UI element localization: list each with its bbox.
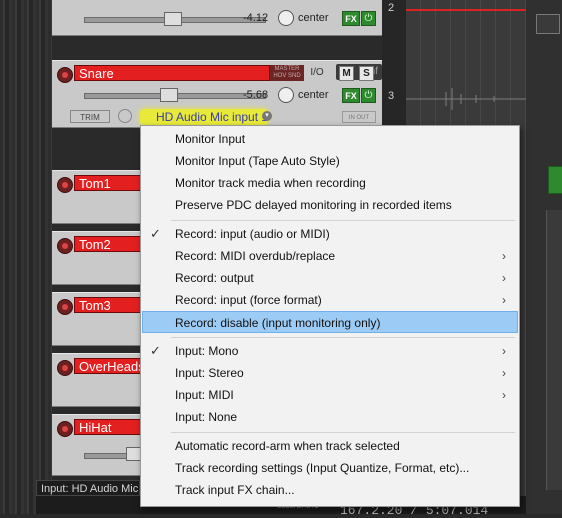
record-arm-button[interactable] <box>57 299 73 315</box>
pan-knob[interactable] <box>278 87 294 103</box>
record-arm-button[interactable] <box>57 67 73 83</box>
menu-item-record-disable[interactable]: Record: disable (input monitoring only) <box>142 311 518 333</box>
submenu-arrow-icon: › <box>502 249 506 263</box>
menu-item-input-mono[interactable]: ✓ Input: Mono › <box>142 340 518 362</box>
menu-item-monitor-input[interactable]: Monitor Input <box>142 128 518 150</box>
menu-separator <box>171 432 515 433</box>
menu-item-track-recording-settings[interactable]: Track recording settings (Input Quantize… <box>142 457 518 479</box>
check-icon: ✓ <box>150 226 161 241</box>
menu-item-record-output[interactable]: Record: output › <box>142 267 518 289</box>
submenu-arrow-icon: › <box>502 271 506 285</box>
submenu-arrow-icon: › <box>502 366 506 380</box>
volume-fader-knob[interactable] <box>160 88 178 102</box>
fx-button[interactable]: FX <box>342 11 360 26</box>
fx-button[interactable]: FX <box>342 88 360 103</box>
menu-item-record-input[interactable]: ✓ Record: input (audio or MIDI) <box>142 223 518 245</box>
pan-readout: center <box>298 12 329 24</box>
menu-item-preserve-pdc[interactable]: Preserve PDC delayed monitoring in recor… <box>142 194 518 216</box>
in-out-button[interactable]: IN OUT <box>342 111 376 123</box>
window-background <box>0 0 52 514</box>
menu-item-input-none[interactable]: Input: None <box>142 406 518 428</box>
mixer-strip-right <box>526 0 562 514</box>
menu-item-input-stereo[interactable]: Input: Stereo › <box>142 362 518 384</box>
hw-send-indicator: MASTER HOV SND <box>270 65 304 81</box>
pan-knob[interactable] <box>278 10 294 26</box>
volume-fader-knob[interactable] <box>164 12 182 26</box>
record-arm-button[interactable] <box>57 421 73 437</box>
track-number-2: 2 <box>388 2 395 14</box>
menu-item-monitor-input-tape[interactable]: Monitor Input (Tape Auto Style) <box>142 150 518 172</box>
volume-readout: -4.12 <box>243 12 269 24</box>
record-arm-button[interactable] <box>57 360 73 376</box>
mixer-fx-button[interactable] <box>548 166 562 194</box>
submenu-arrow-icon: › <box>502 388 506 402</box>
input-context-menu: Monitor Input Monitor Input (Tape Auto S… <box>140 125 520 507</box>
solo-button[interactable]: S <box>359 66 374 81</box>
check-icon: ✓ <box>150 343 161 358</box>
io-button[interactable]: I/O <box>306 65 328 81</box>
pan-readout: center <box>298 89 329 101</box>
fx-bypass-button[interactable]: ⏻ <box>361 88 376 103</box>
menu-item-input-midi[interactable]: Input: MIDI › <box>142 384 518 406</box>
menu-item-auto-record-arm[interactable]: Automatic record-arm when track selected <box>142 435 518 457</box>
mute-button[interactable]: M <box>339 66 354 81</box>
menu-item-record-force-format[interactable]: Record: input (force format) › <box>142 289 518 311</box>
mixer-fader-area <box>546 210 562 490</box>
mixer-button[interactable] <box>536 14 560 34</box>
menu-separator <box>171 337 515 338</box>
input-select-label[interactable]: HD Audio Mic input 1 <box>156 110 268 124</box>
chevron-down-icon[interactable]: ▾ <box>262 111 272 121</box>
track-panel-2[interactable]: -4.12 center FX ⏻ <box>52 0 382 36</box>
track-panel-snare[interactable]: Snare MASTER HOV SND I/O -inf M S -5.68 … <box>52 60 382 128</box>
trim-label: TRIM <box>80 113 100 122</box>
menu-item-monitor-track-media[interactable]: Monitor track media when recording <box>142 172 518 194</box>
phase-icon[interactable] <box>118 109 132 123</box>
input-status-text: Input: HD Audio Mic <box>36 480 140 496</box>
menu-item-track-input-fx-chain[interactable]: Track input FX chain... <box>142 479 518 501</box>
trim-button[interactable]: TRIM <box>70 110 110 123</box>
submenu-arrow-icon: › <box>502 293 506 307</box>
track-number-3: 3 <box>388 90 395 102</box>
record-arm-button[interactable] <box>57 238 73 254</box>
volume-readout: -5.68 <box>243 89 269 101</box>
track-name[interactable]: Snare <box>74 65 270 81</box>
menu-separator <box>171 220 515 221</box>
menu-item-record-midi-overdub[interactable]: Record: MIDI overdub/replace › <box>142 245 518 267</box>
fx-bypass-button[interactable]: ⏻ <box>361 11 376 26</box>
record-arm-button[interactable] <box>57 177 73 193</box>
audio-waveform <box>406 88 526 110</box>
submenu-arrow-icon: › <box>502 344 506 358</box>
